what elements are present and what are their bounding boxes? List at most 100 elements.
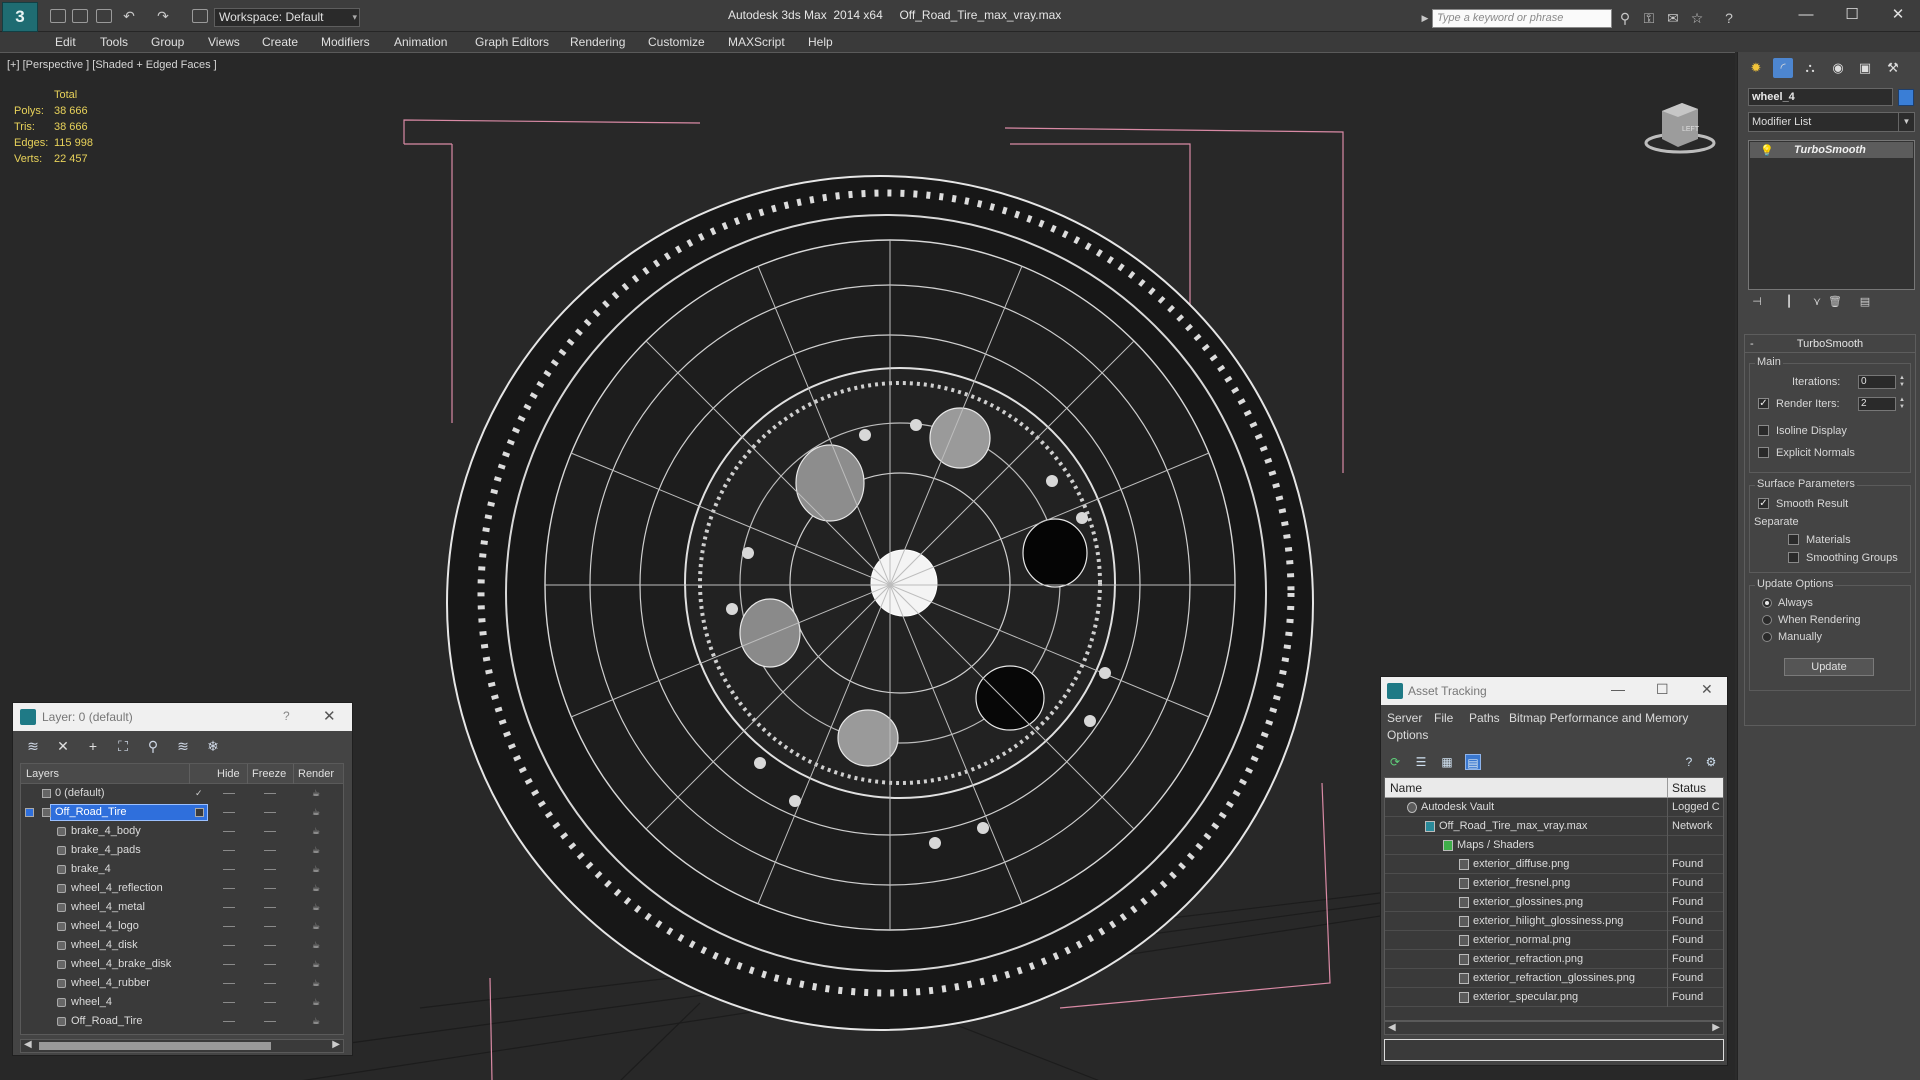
search-expand-icon[interactable]: ▶ (1418, 11, 1432, 25)
menu-views[interactable]: Views (208, 35, 240, 49)
hide-toggle[interactable] (223, 869, 235, 870)
asset-row[interactable]: Off_Road_Tire_max_vray.max Network (1385, 817, 1723, 836)
layer-window-titlebar[interactable]: Layer: 0 (default) ? ✕ (13, 703, 352, 731)
hide-toggle[interactable] (223, 945, 235, 946)
maximize-icon[interactable]: ☐ (1656, 681, 1669, 698)
menu-help[interactable]: Help (808, 35, 833, 49)
expand-icon[interactable] (25, 808, 34, 817)
scroll-right-icon[interactable]: ▶ (332, 1039, 340, 1050)
make-unique-icon[interactable]: ⋎ (1810, 295, 1824, 309)
maximize-button[interactable]: ☐ (1842, 6, 1862, 24)
freeze-toggle[interactable] (264, 888, 276, 889)
hide-toggle[interactable] (223, 888, 235, 889)
layer-row[interactable]: wheel_4_logo ☕ (21, 917, 343, 936)
asset-window-titlebar[interactable]: Asset Tracking — ☐ ✕ (1381, 677, 1727, 705)
freeze-toggle[interactable] (264, 1021, 276, 1022)
smoothing-groups-checkbox[interactable] (1788, 552, 1799, 563)
hide-toggle[interactable] (223, 793, 235, 794)
menu-group[interactable]: Group (151, 35, 184, 49)
hide-toggle[interactable] (223, 907, 235, 908)
render-teapot-icon[interactable]: ☕ (312, 845, 323, 855)
render-teapot-icon[interactable]: ☕ (312, 940, 323, 950)
scroll-right-icon[interactable]: ▶ (1712, 1022, 1720, 1033)
current-layer-check-icon[interactable]: ✓ (195, 788, 206, 798)
refresh-icon[interactable]: ⟳ (1387, 754, 1403, 770)
freeze-toggle[interactable] (264, 926, 276, 927)
menu-rendering[interactable]: Rendering (570, 35, 625, 49)
layer-row[interactable]: wheel_4_rubber ☕ (21, 974, 343, 993)
asset-row[interactable]: exterior_fresnel.png Found (1385, 874, 1723, 893)
tree-view-icon[interactable]: ▦ (1439, 754, 1455, 770)
menu-bitmap-performance[interactable]: Bitmap Performance and Memory (1509, 711, 1688, 725)
scroll-left-icon[interactable]: ◀ (1388, 1022, 1396, 1033)
layer-row[interactable]: Off_Road_Tire ☕ (21, 1012, 343, 1031)
open-file-icon[interactable] (72, 9, 88, 23)
menu-customize[interactable]: Customize (648, 35, 705, 49)
help-icon[interactable]: ? (1681, 754, 1697, 770)
menu-server[interactable]: Server (1387, 711, 1422, 725)
hide-toggle[interactable] (223, 983, 235, 984)
asset-row[interactable]: exterior_diffuse.png Found (1385, 855, 1723, 874)
isoline-display-checkbox[interactable] (1758, 425, 1769, 436)
render-teapot-icon[interactable]: ☕ (312, 883, 323, 893)
utilities-tab-icon[interactable]: ⚒ (1883, 58, 1903, 78)
viewcube[interactable]: LEFT (1640, 93, 1720, 163)
render-teapot-icon[interactable]: ☕ (312, 921, 323, 931)
hide-toggle[interactable] (223, 1021, 235, 1022)
freeze-toggle[interactable] (264, 869, 276, 870)
freeze-all-icon[interactable]: ❄ (205, 738, 221, 754)
hierarchy-tab-icon[interactable]: ⛬ (1800, 58, 1820, 78)
layer-row[interactable]: 0 (default) ✓ ☕ (21, 784, 343, 803)
asset-row[interactable]: exterior_refraction.png Found (1385, 950, 1723, 969)
explicit-normals-checkbox[interactable] (1758, 447, 1769, 458)
hide-toggle[interactable] (223, 850, 235, 851)
help-icon[interactable]: ? (283, 709, 290, 723)
column-render[interactable]: Render (298, 768, 334, 780)
asset-row[interactable]: Autodesk Vault Logged C (1385, 798, 1723, 817)
freeze-toggle[interactable] (264, 983, 276, 984)
layer-row[interactable]: wheel_4_metal ☕ (21, 898, 343, 917)
modify-tab-icon[interactable]: ◜ (1773, 58, 1793, 78)
update-button[interactable]: Update (1784, 658, 1874, 676)
always-radio[interactable] (1762, 598, 1772, 608)
asset-row[interactable]: exterior_glossines.png Found (1385, 893, 1723, 912)
freeze-toggle[interactable] (264, 907, 276, 908)
freeze-toggle[interactable] (264, 831, 276, 832)
highlight-layer-icon[interactable]: ⚲ (145, 738, 161, 754)
hide-toggle[interactable] (223, 1002, 235, 1003)
new-file-icon[interactable] (50, 9, 66, 23)
manually-radio[interactable] (1762, 632, 1772, 642)
scroll-left-icon[interactable]: ◀ (24, 1039, 32, 1050)
render-teapot-icon[interactable]: ☕ (312, 978, 323, 988)
project-folder-icon[interactable] (192, 9, 208, 23)
column-name[interactable]: Name (1390, 781, 1422, 795)
spinner-arrows-icon[interactable]: ▲ ▼ (1898, 397, 1906, 411)
layer-row[interactable]: wheel_4_brake_disk ☕ (21, 955, 343, 974)
column-hide[interactable]: Hide (217, 768, 240, 780)
motion-tab-icon[interactable]: ◉ (1828, 58, 1848, 78)
menu-options[interactable]: Options (1387, 728, 1428, 742)
create-layer-icon[interactable]: ≋ (25, 738, 41, 754)
rollout-header[interactable]: - TurboSmooth (1745, 335, 1915, 353)
column-divider[interactable] (247, 764, 248, 784)
hide-all-icon[interactable]: ≋ (175, 738, 191, 754)
help-icon[interactable]: ? (1722, 11, 1736, 25)
layer-row[interactable]: brake_4_body ☕ (21, 822, 343, 841)
app-logo-icon[interactable]: 3 (2, 2, 38, 32)
workspace-select[interactable]: Workspace: Default ▾ (214, 8, 360, 27)
menu-graph-editors[interactable]: Graph Editors (475, 35, 549, 49)
menu-edit[interactable]: Edit (55, 35, 76, 49)
table-view-icon[interactable]: ▤ (1465, 754, 1481, 770)
render-iters-checkbox[interactable]: ✓ (1758, 398, 1769, 409)
asset-row[interactable]: exterior_hilight_glossiness.png Found (1385, 912, 1723, 931)
favorites-icon[interactable]: ☆ (1690, 11, 1704, 25)
render-iters-spinner[interactable]: 2 (1858, 397, 1896, 411)
hide-toggle[interactable] (223, 964, 235, 965)
menu-animation[interactable]: Animation (394, 35, 447, 49)
redo-icon[interactable]: ↷ (156, 9, 170, 23)
close-icon[interactable]: ✕ (323, 707, 336, 725)
materials-checkbox[interactable] (1788, 534, 1799, 545)
freeze-toggle[interactable] (264, 793, 276, 794)
render-teapot-icon[interactable]: ☕ (312, 959, 323, 969)
iterations-spinner[interactable]: 0 (1858, 375, 1896, 389)
